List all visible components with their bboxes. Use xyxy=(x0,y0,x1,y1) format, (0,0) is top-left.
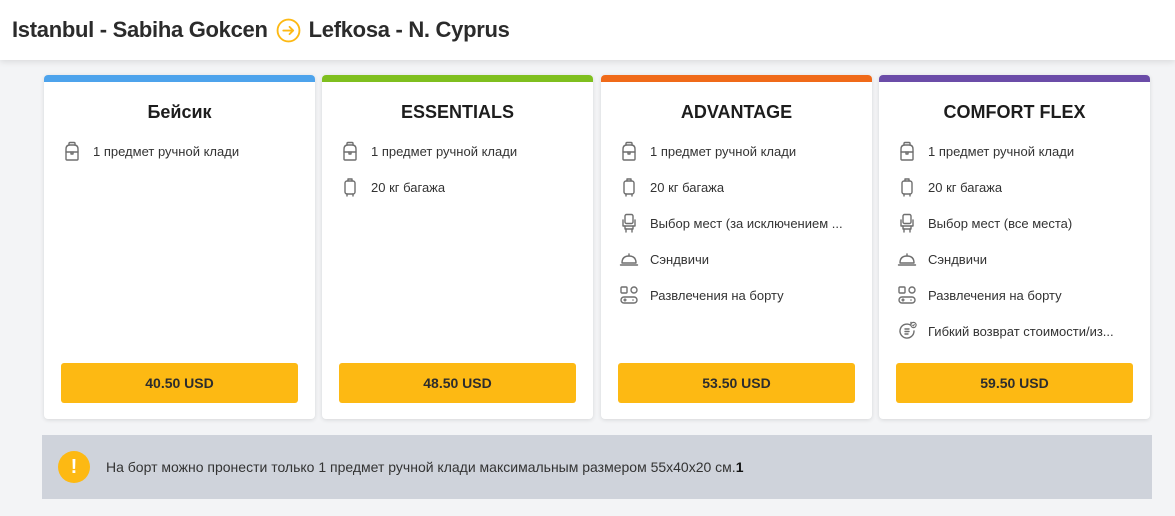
fare-features: 1 предмет ручной клади 20 кг багажа Выбо… xyxy=(897,139,1136,355)
fare-color-bar xyxy=(601,75,872,82)
fare-card-basic: Бейсик 1 предмет ручной клади 40.50 USD xyxy=(44,75,315,419)
fare-color-bar xyxy=(322,75,593,82)
fare-card-advantage: ADVANTAGE 1 предмет ручной клади 20 кг б… xyxy=(601,75,872,419)
backpack-icon xyxy=(340,140,360,162)
entertainment-icon xyxy=(619,284,639,306)
fare-name: COMFORT FLEX xyxy=(943,102,1086,122)
feature-label: Выбор мест (за исключением ... xyxy=(650,215,843,231)
select-fare-button[interactable]: 53.50 USD xyxy=(618,363,855,403)
feature-item: Развлечения на борту xyxy=(619,283,858,307)
feature-label: Сэндвичи xyxy=(928,251,987,267)
notice-footnote: 1 xyxy=(735,459,744,475)
fare-features: 1 предмет ручной клади 20 кг багажа xyxy=(340,139,579,211)
fare-card-comfort-flex: COMFORT FLEX 1 предмет ручной клади 20 к… xyxy=(879,75,1150,419)
feature-label: Выбор мест (все места) xyxy=(928,215,1073,231)
flight-route: Istanbul - Sabiha Gokcen Lefkosa - N. Cy… xyxy=(12,17,510,43)
feature-label: 20 кг багажа xyxy=(650,179,725,195)
feature-item: 1 предмет ручной клади xyxy=(897,139,1136,163)
page-header: Istanbul - Sabiha Gokcen Lefkosa - N. Cy… xyxy=(0,0,1175,60)
notice-message: На борт можно пронести только 1 предмет … xyxy=(106,459,736,475)
select-fare-button[interactable]: 59.50 USD xyxy=(896,363,1133,403)
suitcase-icon xyxy=(897,176,917,198)
feature-item: 20 кг багажа xyxy=(897,175,1136,199)
feature-item: 1 предмет ручной клади xyxy=(62,139,301,163)
exclamation-icon: ! xyxy=(58,451,90,483)
fare-name: ADVANTAGE xyxy=(680,102,793,122)
feature-item: Развлечения на борту xyxy=(897,283,1136,307)
fare-color-bar xyxy=(44,75,315,82)
backpack-icon xyxy=(897,140,917,162)
feature-item: Сэндвичи xyxy=(897,247,1136,271)
suitcase-icon xyxy=(619,176,639,198)
feature-label: 20 кг багажа xyxy=(928,179,1003,195)
backpack-icon xyxy=(619,140,639,162)
feature-label: 1 предмет ручной клади xyxy=(928,143,1075,159)
feature-label: 20 кг багажа xyxy=(371,179,446,195)
fare-features: 1 предмет ручной клади 20 кг багажа Выбо… xyxy=(619,139,858,319)
feature-label: Гибкий возврат стоимости/из... xyxy=(928,323,1114,339)
select-fare-button[interactable]: 48.50 USD xyxy=(339,363,576,403)
select-fare-button[interactable]: 40.50 USD xyxy=(61,363,298,403)
feature-item: Сэндвичи xyxy=(619,247,858,271)
backpack-icon xyxy=(62,140,82,162)
fare-name: ESSENTIALS xyxy=(400,102,515,122)
destination-city: Lefkosa - N. Cyprus xyxy=(308,17,510,42)
feature-item: 1 предмет ручной клади xyxy=(619,139,858,163)
feature-item: 20 кг багажа xyxy=(340,175,579,199)
fare-features: 1 предмет ручной клади xyxy=(62,139,301,175)
refund-icon xyxy=(897,320,917,342)
feature-item: Выбор мест (за исключением ... xyxy=(619,211,858,235)
feature-label: Развлечения на борту xyxy=(650,287,784,303)
feature-label: 1 предмет ручной клади xyxy=(371,143,518,159)
feature-label: Развлечения на борту xyxy=(928,287,1062,303)
fare-color-bar xyxy=(879,75,1150,82)
meal-cloche-icon xyxy=(897,248,917,270)
carry-on-notice: ! На борт можно пронести только 1 предме… xyxy=(42,435,1152,499)
fare-selection: Бейсик 1 предмет ручной клади 40.50 USD … xyxy=(42,60,1152,516)
feature-item: Гибкий возврат стоимости/из... xyxy=(897,319,1136,343)
feature-label: 1 предмет ручной клади xyxy=(93,143,240,159)
fare-name: Бейсик xyxy=(147,102,212,122)
feature-item: Выбор мест (все места) xyxy=(897,211,1136,235)
entertainment-icon xyxy=(897,284,917,306)
fare-card-essentials: ESSENTIALS 1 предмет ручной клади 20 кг … xyxy=(322,75,593,419)
suitcase-icon xyxy=(340,176,360,198)
feature-item: 20 кг багажа xyxy=(619,175,858,199)
seat-icon xyxy=(897,212,917,234)
feature-item: 1 предмет ручной клади xyxy=(340,139,579,163)
feature-label: Сэндвичи xyxy=(650,251,709,267)
seat-icon xyxy=(619,212,639,234)
meal-cloche-icon xyxy=(619,248,639,270)
origin-city: Istanbul - Sabiha Gokcen xyxy=(12,17,268,42)
notice-text: На борт можно пронести только 1 предмет … xyxy=(106,459,744,475)
arrow-right-circle-icon xyxy=(276,18,301,42)
feature-label: 1 предмет ручной клади xyxy=(650,143,797,159)
